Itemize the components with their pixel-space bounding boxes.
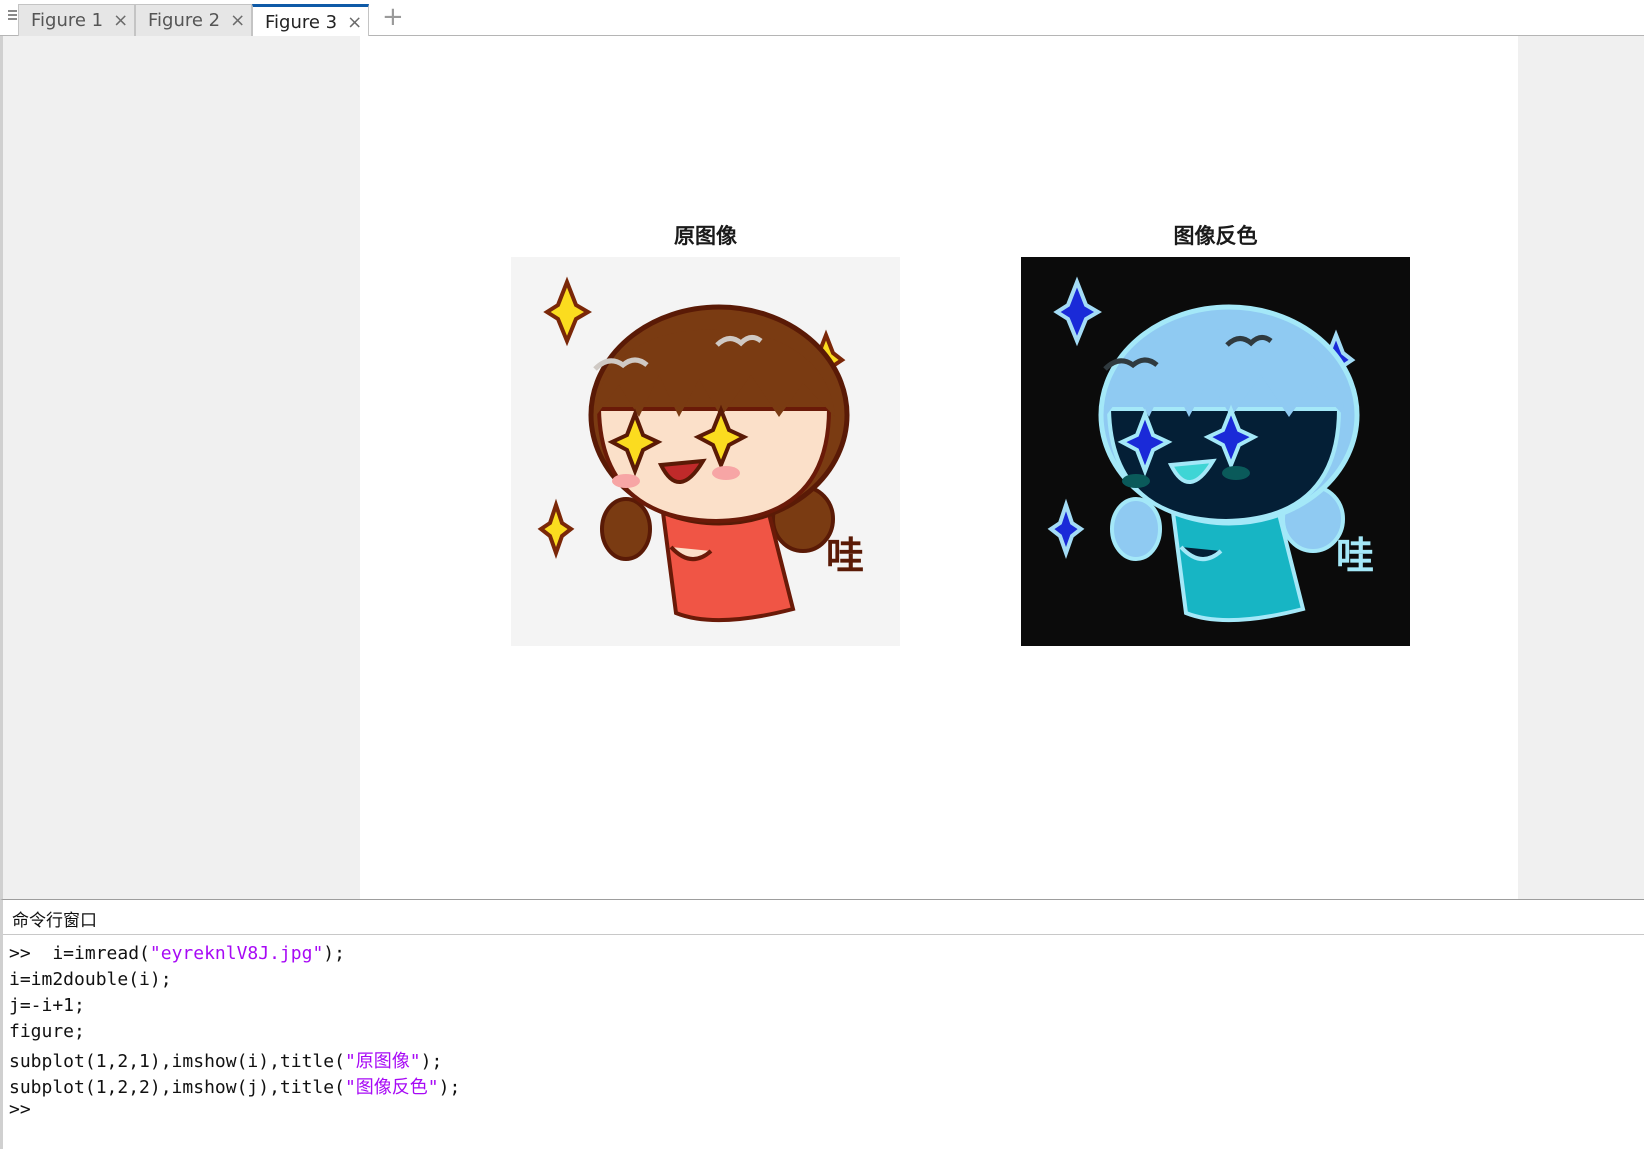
close-icon[interactable]: × <box>347 12 362 33</box>
command-line: figure; <box>9 1021 85 1047</box>
wa-badge-text: 哇 <box>1336 534 1374 578</box>
figure-window: 原图像 哇 图像反色 哇 <box>0 36 1644 899</box>
tab-figure-3[interactable]: Figure 3 × <box>252 4 369 37</box>
command-line: i=im2double(i); <box>9 969 172 995</box>
code-text: subplot(1,2,1),imshow(i),title( <box>9 1051 345 1072</box>
close-icon[interactable]: × <box>113 10 128 31</box>
close-icon[interactable]: × <box>230 10 245 31</box>
blush-right <box>1222 466 1250 480</box>
code-string: "eyreknlV8J.jpg" <box>149 943 324 964</box>
tab-label: Figure 3 <box>265 11 338 33</box>
wa-badge-text: 哇 <box>826 534 864 578</box>
code-string: "图像反色" <box>344 1077 439 1098</box>
inverted-image-graphic: 哇 <box>1021 257 1410 646</box>
figure-canvas: 原图像 哇 图像反色 哇 <box>360 36 1518 899</box>
add-tab-icon[interactable]: + <box>382 2 404 32</box>
blush-right <box>712 466 740 480</box>
command-prompt[interactable]: >> <box>9 1099 31 1125</box>
tab-label: Figure 2 <box>148 10 221 31</box>
image-original: 哇 <box>511 257 900 646</box>
code-text: >> i=imread( <box>9 943 150 964</box>
code-text: >> <box>9 1099 31 1120</box>
command-output[interactable]: >> i=imread("eyreknlV8J.jpg"); i=im2doub… <box>3 935 1644 1149</box>
code-text: ); <box>438 1077 461 1098</box>
command-window-title: 命令行窗口 <box>3 900 1644 935</box>
code-string: "原图像" <box>344 1051 421 1072</box>
pigtail-left <box>1110 497 1162 561</box>
blush-left <box>612 474 640 488</box>
code-text: figure; <box>9 1021 85 1042</box>
code-text: i=im2double(i); <box>9 969 172 990</box>
subplot-title-original: 原图像 <box>674 224 737 248</box>
command-line: subplot(1,2,2),imshow(j),title("图像反色"); <box>9 1073 460 1099</box>
code-text: j=-i+1; <box>9 995 85 1016</box>
command-window[interactable]: 命令行窗口 >> i=imread("eyreknlV8J.jpg"); i=i… <box>0 899 1644 1149</box>
tab-figure-2[interactable]: Figure 2 × <box>135 4 252 36</box>
code-text: ); <box>420 1051 443 1072</box>
command-line: subplot(1,2,1),imshow(i),title("原图像"); <box>9 1047 442 1073</box>
pigtail-left <box>600 497 652 561</box>
tab-list-menu-icon[interactable] <box>8 10 17 22</box>
subplot-title-inverted: 图像反色 <box>1173 224 1258 248</box>
code-text: ); <box>323 943 345 964</box>
command-line: j=-i+1; <box>9 995 85 1021</box>
tab-label: Figure 1 <box>31 10 104 31</box>
original-image-graphic: 哇 <box>511 257 900 646</box>
figure-tab-bar: Figure 1 × Figure 2 × Figure 3 × + <box>0 0 1644 37</box>
image-inverted: 哇 <box>1021 257 1410 646</box>
blush-left <box>1122 474 1150 488</box>
code-text: subplot(1,2,2),imshow(j),title( <box>9 1077 345 1098</box>
tab-figure-1[interactable]: Figure 1 × <box>18 4 135 36</box>
command-line: >> i=imread("eyreknlV8J.jpg"); <box>9 943 345 969</box>
